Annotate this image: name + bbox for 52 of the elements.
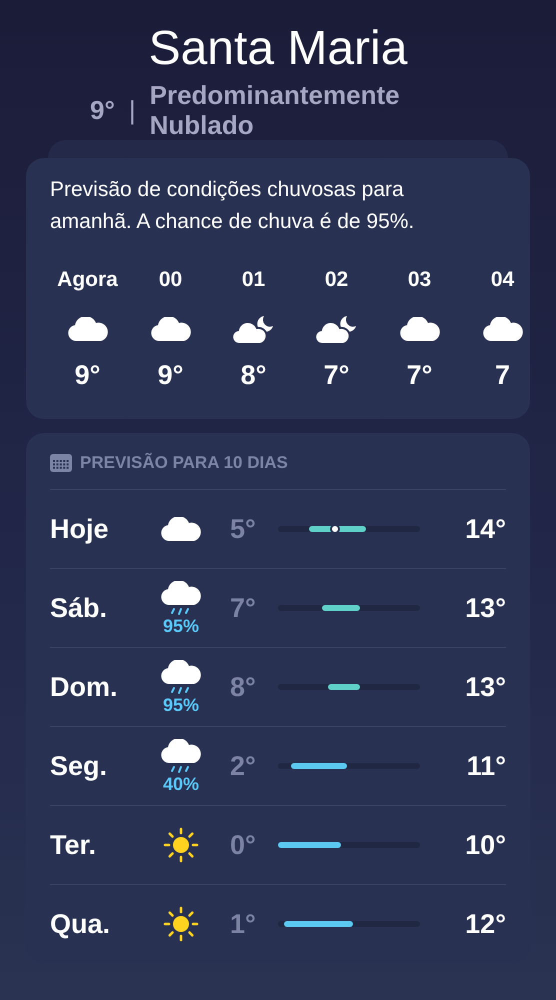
hour-label: 04 [490,268,514,293]
low-temperature: 2° [230,750,257,782]
cloud-icon [150,317,190,341]
hour-temperature: 9° [74,360,100,391]
sun-icon [163,906,199,942]
cloud-icon [161,517,201,541]
hour-label: 00 [158,268,182,293]
forecast-summary: Previsão de condições chuvosas para amanhã. A chance de chuva é de 95%. [49,177,416,235]
hour-label: 01 [242,268,266,293]
calendar-icon [50,454,72,472]
day-label: Hoje [50,514,110,544]
day-label: Dom. [50,672,118,702]
hour-temperature: 7° [406,360,432,391]
high-temperature: 13° [464,672,506,702]
low-temperature: 5° [230,514,257,544]
cloud-icon [482,317,522,341]
precipitation-chance: 95% [162,696,200,714]
cloud-moon-icon [232,314,276,344]
rain-cloud-icon [161,660,201,696]
high-temperature: 12° [464,908,506,940]
condition-text: Predominantemente Nublado [150,80,401,140]
cloud-icon [400,317,440,341]
precipitation-chance: 40% [162,775,200,793]
city-name: Santa Maria [148,22,408,76]
rain-cloud-icon [161,739,201,775]
low-temperature: 7° [230,592,257,624]
cloud-moon-icon [314,314,358,344]
day-label: Seg. [50,750,108,782]
hour-label: 02 [324,268,348,293]
hour-label: Agora [57,268,118,293]
hour-label: 03 [408,268,432,293]
day-label: Ter. [50,830,98,860]
high-temperature: 13° [464,592,506,624]
precipitation-chance: 95% [162,617,200,635]
cloud-icon [68,317,108,341]
hour-temperature: 9° [158,360,184,391]
high-temperature: 14° [464,514,506,544]
sun-icon [163,827,199,863]
day-label: Qua. [50,908,112,940]
day-label: Sáb. [50,592,108,624]
high-temperature: 11° [466,750,506,782]
hour-temperature: 7 [494,360,510,391]
high-temperature: 10° [464,830,506,860]
section-title: PREVISÃO PARA 10 DIAS [80,453,288,473]
rain-cloud-icon [161,581,201,617]
hour-temperature: 8° [240,360,266,391]
separator: | [128,94,136,126]
low-temperature: 1° [230,908,257,940]
low-temperature: 0° [230,830,257,860]
hour-temperature: 7° [324,360,350,391]
low-temperature: 8° [230,672,257,702]
current-temperature: 9° [90,94,115,126]
